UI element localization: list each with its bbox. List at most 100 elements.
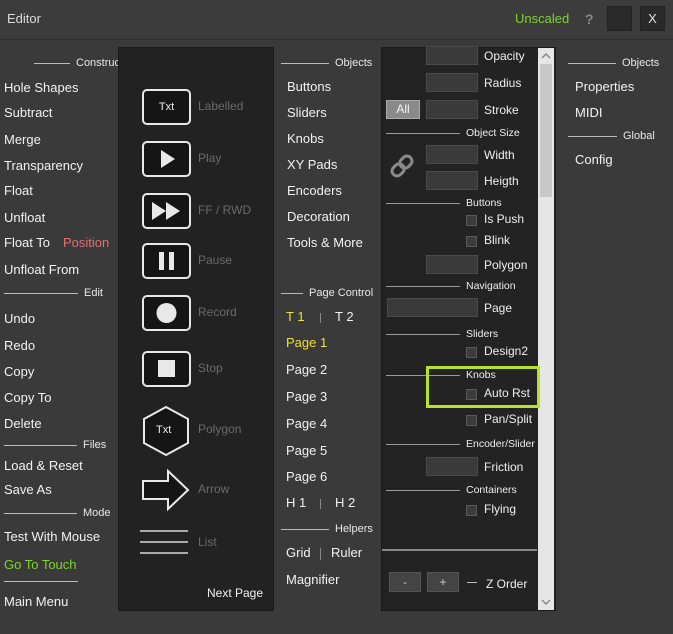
close-button[interactable]: X — [640, 6, 665, 31]
template-arrow[interactable] — [140, 468, 192, 512]
list-icon — [140, 530, 188, 554]
window-title: Editor — [7, 11, 41, 26]
chevron-up-icon[interactable] — [541, 52, 551, 59]
pan-split-checkbox[interactable] — [466, 415, 477, 426]
height-field[interactable] — [426, 171, 478, 190]
stroke-label: Stroke — [484, 103, 519, 117]
friction-field[interactable] — [426, 457, 478, 476]
design2-checkbox[interactable] — [466, 347, 477, 358]
objects-xy-pads[interactable]: XY Pads — [287, 157, 337, 172]
menu-float[interactable]: Float — [4, 183, 33, 198]
template-label: Play — [198, 151, 222, 165]
menu-redo[interactable]: Redo — [4, 338, 35, 353]
page-5[interactable]: Page 5 — [286, 443, 327, 458]
menu-properties[interactable]: Properties — [575, 79, 634, 94]
all-button[interactable]: All — [386, 100, 420, 119]
maximize-button[interactable] — [607, 6, 632, 31]
template-stop[interactable] — [142, 351, 191, 387]
objects-sliders[interactable]: Sliders — [287, 105, 327, 120]
object-size-header: Object Size — [386, 127, 520, 139]
page-control-header-label: Page Control — [309, 287, 374, 299]
buttons-header-label: Buttons — [466, 197, 502, 209]
page-6[interactable]: Page 6 — [286, 469, 327, 484]
containers-header: Containers — [386, 484, 517, 496]
edit-header: Edit — [4, 287, 103, 299]
template-labelled[interactable]: Txt — [142, 89, 191, 125]
menu-copy[interactable]: Copy — [4, 364, 34, 379]
unscaled-toggle[interactable]: Unscaled — [515, 11, 569, 26]
helper-grid[interactable]: Grid — [286, 545, 311, 560]
menu-hole-shapes[interactable]: Hole Shapes — [4, 80, 78, 95]
properties-scrollbar[interactable] — [538, 48, 554, 610]
z-order-plus-button[interactable]: + — [427, 572, 459, 592]
link-icon[interactable] — [386, 150, 418, 182]
menu-float-to[interactable]: Float To — [4, 235, 50, 250]
page-3[interactable]: Page 3 — [286, 389, 327, 404]
polygon-label: Polygon — [484, 258, 528, 272]
menu-merge[interactable]: Merge — [4, 132, 41, 147]
opacity-field[interactable] — [426, 46, 478, 65]
flying-checkbox[interactable] — [466, 505, 477, 516]
menu-transparency[interactable]: Transparency — [4, 158, 83, 173]
menu-test-with-mouse[interactable]: Test With Mouse — [4, 529, 100, 544]
scrollbar-thumb[interactable] — [540, 64, 552, 197]
objects-header: Objects — [281, 57, 372, 69]
tab-t1[interactable]: T 1 — [286, 309, 305, 324]
template-play[interactable] — [142, 141, 191, 177]
template-record[interactable] — [142, 295, 191, 331]
mode-header-label: Mode — [83, 507, 111, 519]
page-4[interactable]: Page 4 — [286, 416, 327, 431]
menu-load-reset[interactable]: Load & Reset — [4, 458, 83, 473]
objects-tools-more[interactable]: Tools & More — [287, 235, 363, 250]
menu-position[interactable]: Position — [63, 235, 109, 250]
radius-field[interactable] — [426, 73, 478, 92]
page-field[interactable] — [387, 298, 478, 317]
is-push-checkbox[interactable] — [466, 215, 477, 226]
stroke-field[interactable] — [426, 100, 478, 119]
design2-label: Design2 — [484, 344, 529, 358]
edit-header-label: Edit — [84, 287, 103, 299]
menu-subtract[interactable]: Subtract — [4, 105, 52, 120]
width-field[interactable] — [426, 145, 478, 164]
helper-ruler[interactable]: Ruler — [331, 545, 362, 560]
template-label: Arrow — [198, 482, 230, 496]
menu-delete[interactable]: Delete — [4, 416, 42, 431]
tab-h1[interactable]: H 1 — [286, 495, 306, 510]
help-button[interactable]: ? — [585, 11, 594, 27]
template-polygon[interactable]: Txt — [140, 405, 192, 457]
objects-encoders[interactable]: Encoders — [287, 183, 342, 198]
template-ff-rwd[interactable] — [142, 193, 191, 229]
chevron-down-icon[interactable] — [541, 599, 551, 606]
template-pause[interactable] — [142, 243, 191, 279]
z-order-minus-button[interactable]: - — [389, 572, 421, 592]
pan-split-label: Pan/Split — [484, 412, 533, 426]
files-header-label: Files — [83, 439, 107, 451]
menu-midi[interactable]: MIDI — [575, 105, 602, 120]
mode-header: Mode — [4, 507, 111, 519]
page-2[interactable]: Page 2 — [286, 362, 327, 377]
objects-buttons[interactable]: Buttons — [287, 79, 331, 94]
menu-unfloat[interactable]: Unfloat — [4, 210, 45, 225]
template-label: Labelled — [198, 99, 244, 113]
next-page-button[interactable]: Next Page — [207, 586, 263, 600]
menu-save-as[interactable]: Save As — [4, 482, 52, 497]
menu-undo[interactable]: Undo — [4, 311, 35, 326]
menu-copy-to[interactable]: Copy To — [4, 390, 51, 405]
encoder-slider-header: Encoder/Slider — [386, 438, 535, 450]
menu-unfloat-from[interactable]: Unfloat From — [4, 262, 79, 277]
fast-forward-icon — [152, 202, 180, 220]
arrow-icon — [142, 468, 190, 512]
menu-config[interactable]: Config — [575, 152, 613, 167]
tab-h2[interactable]: H 2 — [335, 495, 355, 510]
menu-main-menu[interactable]: Main Menu — [4, 594, 68, 609]
objects-knobs[interactable]: Knobs — [287, 131, 324, 146]
blink-checkbox[interactable] — [466, 236, 477, 247]
helper-magnifier[interactable]: Magnifier — [286, 572, 339, 587]
objects-decoration[interactable]: Decoration — [287, 209, 350, 224]
tab-t2[interactable]: T 2 — [335, 309, 354, 324]
template-list[interactable] — [140, 528, 190, 556]
menu-go-to-touch[interactable]: Go To Touch — [4, 557, 77, 572]
polygon-field[interactable] — [426, 255, 478, 274]
objects-header-label: Objects — [335, 57, 373, 69]
page-1[interactable]: Page 1 — [286, 335, 327, 350]
